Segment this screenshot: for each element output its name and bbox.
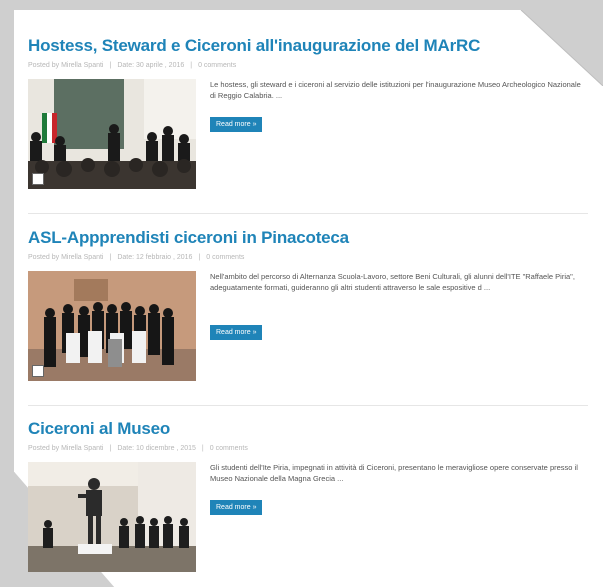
post-meta: Posted by Mirella Spanti | Date: 10 dicemb…: [28, 445, 248, 452]
post-date: Date: 10 dicembre , 2015: [117, 445, 196, 452]
post-meta: Posted by Mirella Spanti | Date: 30 aprile…: [28, 62, 237, 69]
post-1: Hostess, Steward e Ciceroni all'inaugura…: [28, 36, 588, 191]
post-title[interactable]: Hostess, Steward e Ciceroni all'inaugura…: [28, 36, 588, 56]
post-body: Nell'ambito del percorso di Alternanza S…: [28, 271, 588, 383]
post-thumbnail[interactable]: [28, 462, 196, 572]
post-meta: Posted by Mirella Spanti | Date: 12 febbra…: [28, 254, 245, 261]
read-more-button[interactable]: Read more »: [210, 117, 263, 132]
post-author[interactable]: Posted by Mirella Spanti: [28, 445, 103, 452]
read-more-button[interactable]: Read more »: [210, 325, 263, 340]
post-date: Date: 12 febbraio , 2016: [117, 254, 193, 261]
divider: [28, 213, 588, 214]
post-body: Le hostess, gli steward e i ciceroni al …: [28, 79, 588, 191]
post-thumbnail[interactable]: [28, 79, 196, 189]
post-title[interactable]: Ciceroni al Museo: [28, 419, 588, 439]
post-excerpt: Nell'ambito del percorso di Alternanza S…: [210, 272, 575, 292]
page: Hostess, Steward e Ciceroni all'inaugura…: [0, 0, 603, 587]
divider: [28, 405, 588, 406]
post-body: Gli studenti dell'Ite Piria, impegnati i…: [28, 462, 588, 574]
post-3: Ciceroni al Museo Posted by Mirella Span…: [28, 419, 588, 574]
read-more-button[interactable]: Read more »: [210, 500, 263, 515]
post-2: ASL-Appprendisti ciceroni in Pinacoteca …: [28, 228, 588, 383]
post-date: Date: 30 aprile , 2016: [117, 62, 185, 69]
post-excerpt: Gli studenti dell'Ite Piria, impegnati i…: [210, 463, 578, 483]
post-comments[interactable]: 0 comments: [210, 445, 248, 452]
image-icon: [32, 365, 44, 377]
post-author[interactable]: Posted by Mirella Spanti: [28, 254, 103, 261]
post-title[interactable]: ASL-Appprendisti ciceroni in Pinacoteca: [28, 228, 588, 248]
image-icon: [32, 173, 44, 185]
post-comments[interactable]: 0 comments: [198, 62, 236, 69]
post-thumbnail[interactable]: [28, 271, 196, 381]
post-author[interactable]: Posted by Mirella Spanti: [28, 62, 103, 69]
post-comments[interactable]: 0 comments: [206, 254, 244, 261]
page-corner-fold: [521, 10, 603, 86]
